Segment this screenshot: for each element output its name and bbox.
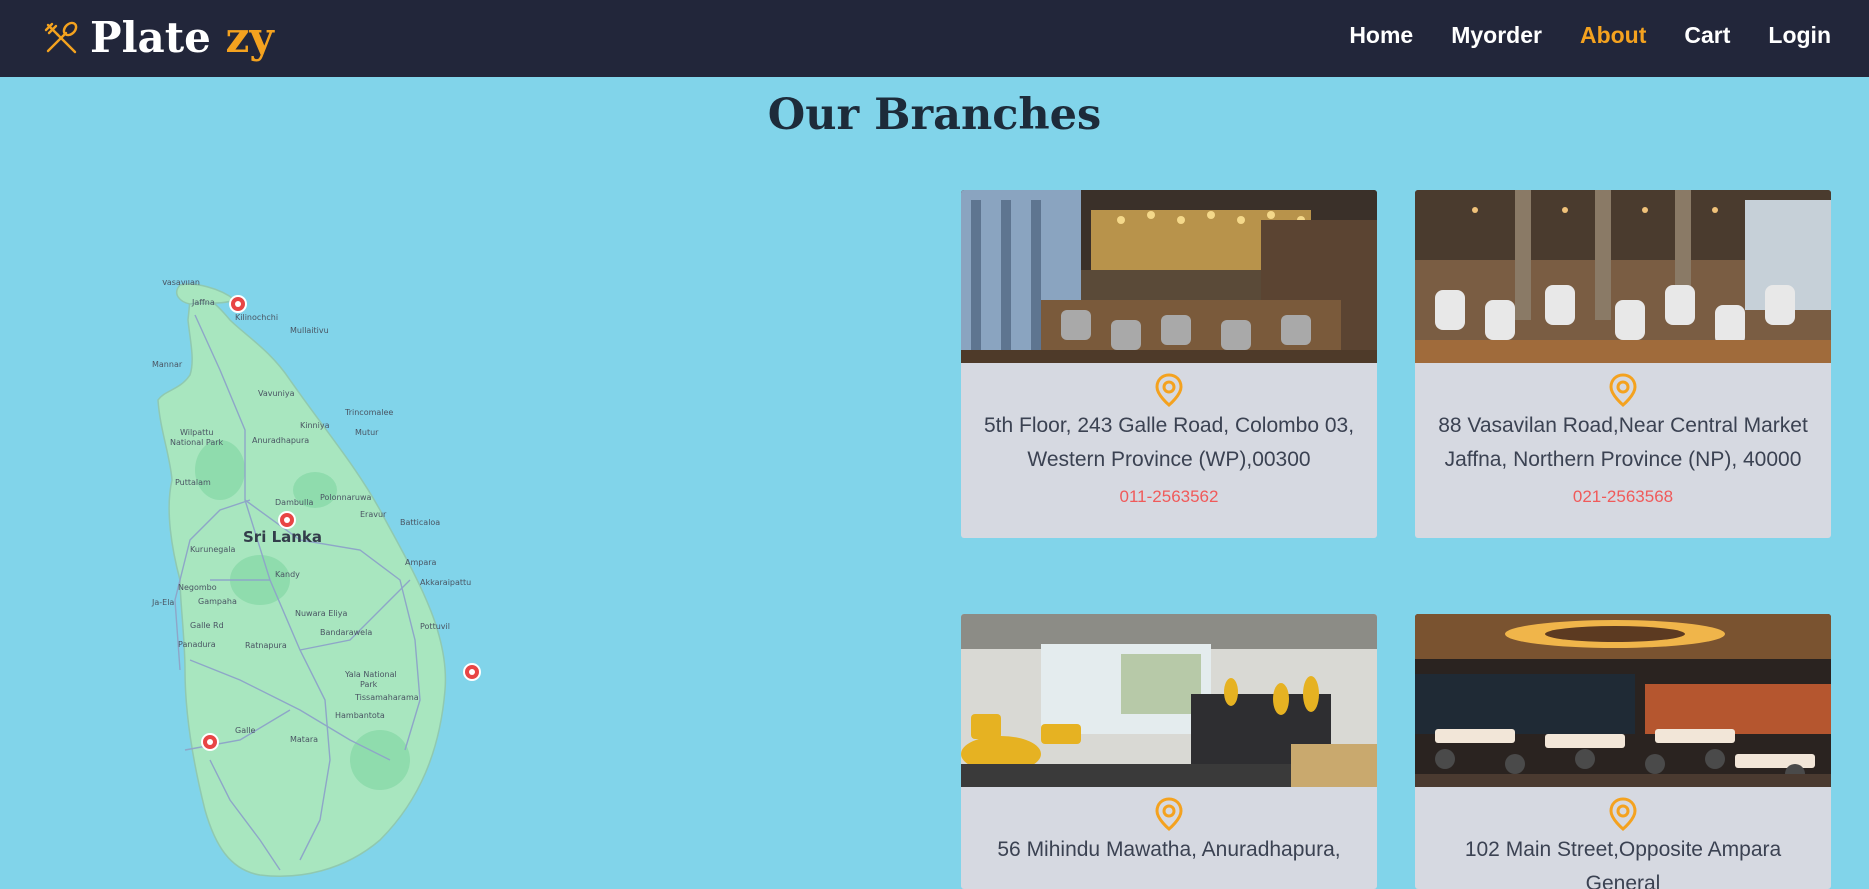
svg-text:Kurunegala: Kurunegala [190,545,235,554]
branch-card-colombo: 5th Floor, 243 Galle Road, Colombo 03, W… [961,190,1377,538]
restaurant-photo [961,614,1377,787]
svg-text:Galle: Galle [235,726,256,735]
svg-text:Polonnaruwa: Polonnaruwa [320,493,371,502]
svg-text:Hambantota: Hambantota [335,711,385,720]
branch-card-anuradhapura: 56 Mihindu Mawatha, Anuradhapura, [961,614,1377,889]
main-nav: Home Myorder About Cart Login [1311,0,1831,70]
svg-text:Vavuniya: Vavuniya [258,389,295,398]
svg-text:Vasavilan: Vasavilan [162,280,200,287]
branch-address: 88 Vasavilan Road,Near Central Market Ja… [1438,414,1808,471]
svg-text:Jaffna: Jaffna [191,298,215,307]
map-country-label: Sri Lanka [243,528,322,546]
svg-text:Kinniya: Kinniya [300,421,330,430]
map-marker-galle-rd[interactable] [201,733,219,751]
svg-text:Kilinochchi: Kilinochchi [235,313,278,322]
location-pin-icon [961,373,1377,409]
branch-card-ampara: 102 Main Street,Opposite Ampara General [1415,614,1831,889]
svg-text:Puttalam: Puttalam [175,478,211,487]
location-pin-icon [1415,373,1831,409]
fork-spoon-icon [44,21,78,54]
svg-text:Ratnapura: Ratnapura [245,641,287,650]
svg-text:Trincomalee: Trincomalee [344,408,393,417]
map-marker-vasavilan[interactable] [229,295,247,313]
restaurant-photo [1415,614,1831,787]
location-pin-icon [1415,797,1831,833]
svg-text:Galle Rd: Galle Rd [190,621,224,630]
brand-name: Plate zy [90,13,274,62]
branch-address: 102 Main Street,Opposite Ampara General [1464,838,1782,889]
svg-text:Batticaloa: Batticaloa [400,518,440,527]
svg-text:Eravur: Eravur [360,510,387,519]
svg-text:Ja-Ela: Ja-Ela [151,598,174,607]
svg-text:National Park: National Park [170,438,224,447]
restaurant-photo [1415,190,1831,363]
svg-text:Negombo: Negombo [178,583,217,592]
branch-address: 5th Floor, 243 Galle Road, Colombo 03, W… [983,414,1355,471]
svg-text:Park: Park [360,680,378,689]
svg-text:Nuwara Eliya: Nuwara Eliya [295,609,347,618]
nav-home[interactable]: Home [1349,22,1413,49]
branch-address: 56 Mihindu Mawatha, Anuradhapura, [997,838,1341,861]
nav-myorder[interactable]: Myorder [1451,22,1542,49]
brand-logo[interactable]: Plate zy [42,12,274,64]
svg-text:Mutur: Mutur [355,428,379,437]
svg-text:Yala National: Yala National [344,670,397,679]
svg-text:Tissamaharama: Tissamaharama [354,693,419,702]
svg-text:Bandarawela: Bandarawela [320,628,372,637]
nav-login[interactable]: Login [1768,22,1831,49]
svg-text:Anuradhapura: Anuradhapura [252,436,309,445]
map-marker-ampara[interactable] [463,663,481,681]
svg-text:Ampara: Ampara [405,558,437,567]
svg-text:Kandy: Kandy [275,570,300,579]
branch-card-jaffna: 88 Vasavilan Road,Near Central Market Ja… [1415,190,1831,538]
page-title: Our Branches [767,90,1102,140]
branch-phone[interactable]: 021-2563568 [1415,487,1831,517]
svg-text:Gampaha: Gampaha [198,597,237,606]
map-marker-anuradhapura[interactable] [278,511,296,529]
svg-text:Akkaraipattu: Akkaraipattu [420,578,471,587]
svg-text:Mannar: Mannar [152,360,183,369]
navbar: Plate zy Home Myorder About Cart Login [0,0,1869,77]
nav-about[interactable]: About [1580,22,1646,49]
svg-text:Pottuvil: Pottuvil [420,622,450,631]
svg-text:Mullaitivu: Mullaitivu [290,326,329,335]
nav-cart[interactable]: Cart [1684,22,1730,49]
svg-text:Wilpattu: Wilpattu [180,428,214,437]
svg-text:Matara: Matara [290,735,318,744]
restaurant-photo [961,190,1377,363]
branches-map[interactable]: Vasavilan Jaffna Kilinochchi Mullaitivu … [150,280,580,889]
location-pin-icon [961,797,1377,833]
svg-text:Dambulla: Dambulla [275,498,313,507]
branch-phone[interactable]: 011-2563562 [961,487,1377,517]
svg-text:Panadura: Panadura [178,640,216,649]
